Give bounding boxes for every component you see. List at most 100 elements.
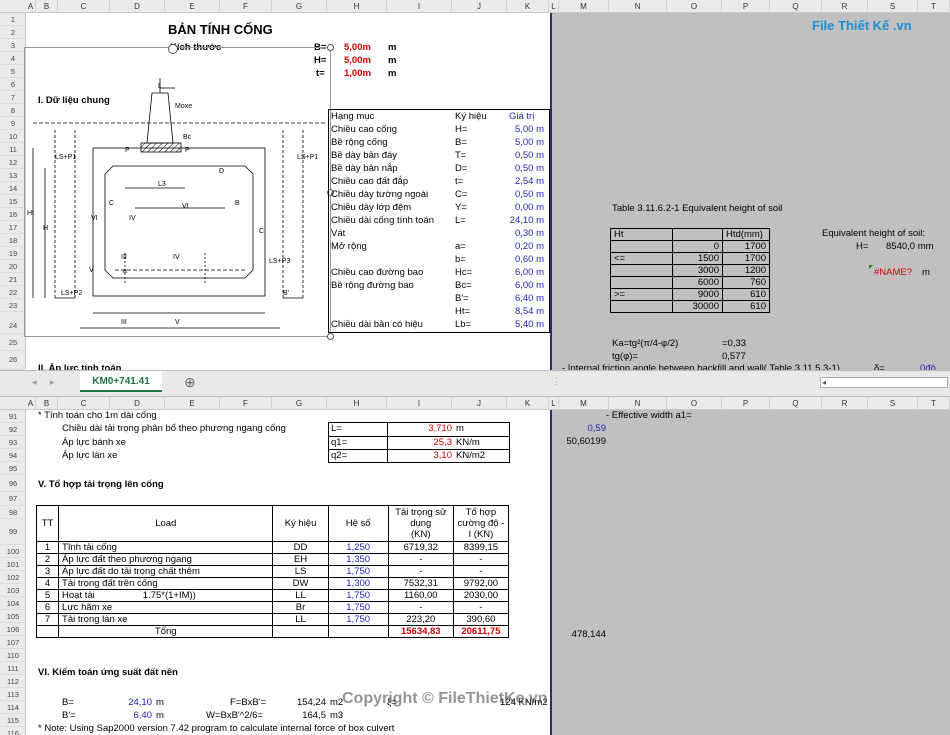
load-tt[interactable]: 1: [35, 541, 60, 554]
param-name[interactable]: Chiều dày lớp đệm: [331, 202, 411, 214]
param-symbol[interactable]: Ht=: [455, 306, 470, 318]
row-header[interactable]: 16: [0, 208, 26, 221]
load-use[interactable]: 223,20: [387, 613, 454, 626]
load-strength[interactable]: -: [452, 565, 510, 578]
load-name[interactable]: Áp lực đất theo phương ngang: [58, 553, 274, 566]
load-strength[interactable]: 2030,00: [452, 589, 510, 602]
row-header[interactable]: 11: [0, 143, 26, 156]
f-value[interactable]: 154,24: [286, 697, 326, 709]
row-header[interactable]: 20: [0, 260, 26, 273]
param-value[interactable]: 5,00 m: [492, 137, 544, 149]
row-header[interactable]: 107: [0, 636, 26, 649]
table-cell[interactable]: [35, 625, 60, 638]
param-value[interactable]: 5,40 m: [492, 319, 544, 331]
load-tt[interactable]: 4: [35, 577, 60, 590]
row-header[interactable]: 8: [0, 104, 26, 117]
table-cell[interactable]: 3000: [672, 264, 723, 277]
col-header[interactable]: N: [609, 397, 667, 410]
param-symbol[interactable]: Bc=: [455, 280, 472, 292]
col-header[interactable]: N: [609, 0, 667, 13]
col-header[interactable]: R: [822, 397, 868, 410]
param-name[interactable]: Vát: [331, 228, 345, 240]
load-tt[interactable]: 6: [35, 601, 60, 614]
table-cell[interactable]: [610, 240, 673, 253]
param-symbol[interactable]: b=: [455, 254, 466, 266]
load-coef[interactable]: 1,350: [327, 553, 389, 566]
col-header[interactable]: O: [667, 0, 722, 13]
row-header[interactable]: 1: [0, 13, 26, 26]
row-header[interactable]: 110: [0, 649, 26, 662]
row-header[interactable]: 4: [0, 52, 26, 65]
col-header[interactable]: T: [918, 397, 950, 410]
load-strength[interactable]: 8399,15: [452, 541, 510, 554]
row-header[interactable]: 111: [0, 662, 26, 675]
load-name[interactable]: Hoạt tải 1.75*(1+IM)): [58, 589, 274, 602]
ka-value[interactable]: =0,33: [722, 338, 746, 350]
table-cell[interactable]: [610, 276, 673, 289]
tab-split-handle[interactable]: ⋮: [552, 376, 561, 387]
table-cell[interactable]: 30000: [672, 300, 723, 313]
row-header[interactable]: 24: [0, 317, 26, 334]
row-header[interactable]: 94: [0, 449, 26, 462]
row-header[interactable]: 95: [0, 462, 26, 475]
table-cell[interactable]: 1500: [672, 252, 723, 265]
param-value[interactable]: 6,00 m: [492, 267, 544, 279]
col-header[interactable]: D: [110, 397, 165, 410]
load-symbol[interactable]: EH: [272, 553, 329, 566]
row-header[interactable]: 114: [0, 701, 26, 714]
table-header[interactable]: Hệ số: [327, 505, 389, 542]
param-name[interactable]: Chiều dài cống tính toán: [331, 215, 434, 227]
load-coef[interactable]: 1,300: [327, 577, 389, 590]
col-header[interactable]: D: [110, 0, 165, 13]
row-header[interactable]: 105: [0, 610, 26, 623]
col-header[interactable]: I: [387, 0, 452, 13]
load-use[interactable]: -: [387, 553, 454, 566]
load-symbol[interactable]: LL: [272, 589, 329, 602]
col-header[interactable]: L: [549, 397, 559, 410]
dim-value[interactable]: 1,00m: [344, 68, 371, 80]
load-use[interactable]: -: [387, 601, 454, 614]
param-name[interactable]: Chiều cao đường bao: [331, 267, 423, 279]
table-cell[interactable]: [672, 228, 723, 241]
col-header[interactable]: Q: [770, 0, 822, 13]
row-header[interactable]: 91: [0, 410, 26, 423]
dim-value[interactable]: 5,00m: [344, 55, 371, 67]
load-use[interactable]: 6719,32: [387, 541, 454, 554]
row-header[interactable]: 101: [0, 558, 26, 571]
col-header[interactable]: M: [559, 0, 609, 13]
table-header[interactable]: Tải trọng sử dụng (KN): [387, 505, 454, 542]
table-cell[interactable]: [610, 264, 673, 277]
col-header[interactable]: J: [452, 397, 507, 410]
col-header[interactable]: S: [868, 0, 918, 13]
row-header[interactable]: 112: [0, 675, 26, 688]
col-header[interactable]: K: [507, 397, 549, 410]
load-coef[interactable]: 1,250: [327, 541, 389, 554]
load-tt[interactable]: 2: [35, 553, 60, 566]
row-header[interactable]: 113: [0, 688, 26, 701]
load-coef[interactable]: 1,750: [327, 565, 389, 578]
param-name[interactable]: Bề rộng cống: [331, 137, 388, 149]
param-name[interactable]: Bề dày bản nắp: [331, 163, 398, 175]
col-header[interactable]: F: [220, 397, 272, 410]
name-error-cell[interactable]: #NAME?: [874, 267, 912, 279]
sheet-tab-active[interactable]: KM0+741.41: [80, 371, 162, 392]
col-header[interactable]: H: [327, 0, 387, 13]
row-header[interactable]: 96: [0, 475, 26, 492]
param-value[interactable]: 0,60 m: [492, 254, 544, 266]
total-use[interactable]: 15634,83: [387, 625, 454, 638]
row-header[interactable]: 21: [0, 273, 26, 286]
table-cell[interactable]: 9000: [672, 288, 723, 301]
load-strength[interactable]: -: [452, 601, 510, 614]
row-header[interactable]: 7: [0, 91, 26, 104]
table-cell[interactable]: <=: [610, 252, 673, 265]
table-cell[interactable]: 0: [672, 240, 723, 253]
row-header[interactable]: 2: [0, 26, 26, 39]
effective-width-value[interactable]: 0,59: [560, 423, 607, 435]
delta-value[interactable]: 0độ: [920, 363, 936, 370]
table-cell[interactable]: 760: [722, 276, 770, 289]
total-label[interactable]: Tổng: [58, 625, 274, 638]
row-header[interactable]: 115: [0, 714, 26, 727]
table-cell[interactable]: 1200: [722, 264, 770, 277]
param-symbol[interactable]: B=: [455, 137, 467, 149]
load-coef[interactable]: 1,750: [327, 613, 389, 626]
